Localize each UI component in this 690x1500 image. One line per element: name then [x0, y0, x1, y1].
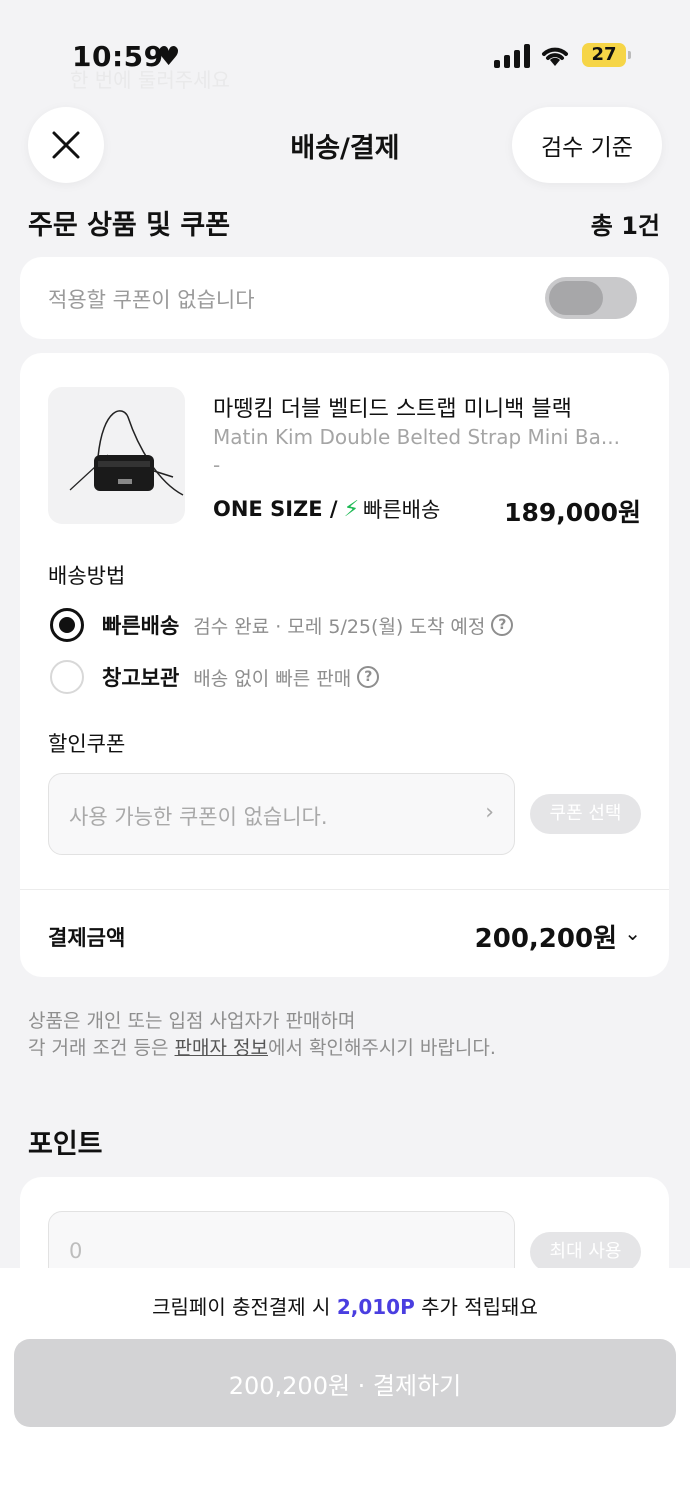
notice-line-2: 각 거래 조건 등은 판매자 정보에서 확인해주시기 바랍니다.: [28, 1035, 496, 1062]
chevron-right-icon: ›: [485, 800, 494, 825]
lightning-icon: ⚡: [343, 496, 360, 522]
coupon-select-button[interactable]: 쿠폰 선택: [530, 794, 641, 834]
order-section-title: 주문 상품 및 쿠폰: [28, 210, 231, 241]
promo-text: 크림페이 충전결제 시 2,010P 추가 적립돼요: [0, 1291, 690, 1320]
seller-info-link[interactable]: 판매자 정보: [175, 1037, 268, 1059]
promo-pre: 크림페이 충전결제 시: [152, 1295, 337, 1319]
help-icon[interactable]: ?: [491, 614, 514, 636]
pay-button[interactable]: 200,200원 · 결제하기: [14, 1339, 676, 1427]
product-sub: -: [213, 453, 221, 477]
shipping-option-storage[interactable]: 창고보관 배송 없이 빠른 판매 ?: [50, 660, 380, 694]
inspection-criteria-button[interactable]: 검수 기준: [512, 107, 662, 183]
notice-text: 에서 확인해주시기 바랍니다.: [267, 1037, 496, 1059]
option-size: ONE SIZE /: [213, 497, 338, 521]
bottom-bar: 크림페이 충전결제 시 2,010P 추가 적립돼요 200,200원 · 결제…: [0, 1268, 690, 1500]
notice-text: 각 거래 조건 등은: [28, 1037, 175, 1059]
battery-icon: 27: [582, 43, 631, 67]
order-count: 총 1건: [590, 212, 660, 240]
coupon-placeholder: 사용 가능한 쿠폰이 없습니다.: [69, 805, 328, 829]
shipping-option-desc: 배송 없이 빠른 판매: [193, 667, 352, 690]
coupon-apply-text: 적용할 쿠폰이 없습니다: [48, 288, 255, 312]
shipping-method-label: 배송방법: [48, 564, 126, 588]
product-name-en: Matin Kim Double Belted Strap Mini Ba...: [213, 425, 620, 449]
points-value: 0: [69, 1239, 83, 1263]
product-option: ONE SIZE / ⚡ 빠른배송: [213, 494, 440, 524]
seller-notice: 상품은 개인 또는 입점 사업자가 판매하며 각 거래 조건 등은 판매자 정보…: [28, 1008, 496, 1062]
payment-amount[interactable]: 200,200원: [475, 918, 617, 955]
promo-points: 2,010P: [336, 1295, 415, 1319]
max-use-button[interactable]: 최대 사용: [530, 1232, 641, 1272]
heart-icon: ♥: [157, 42, 181, 72]
cellular-signal-icon: [494, 44, 530, 68]
wifi-icon: [540, 42, 570, 68]
coupon-apply-row: 적용할 쿠폰이 없습니다: [20, 257, 669, 339]
promo-post: 추가 적립돼요: [414, 1295, 538, 1319]
discount-coupon-label: 할인쿠폰: [48, 732, 126, 756]
toggle-knob: [549, 281, 603, 315]
coupon-select-field[interactable]: 사용 가능한 쿠폰이 없습니다. ›: [48, 773, 515, 855]
status-time: 10:59: [72, 40, 164, 73]
product-card: 마뗑킴 더블 벨티드 스트랩 미니백 블랙 Matin Kim Double B…: [20, 353, 669, 977]
chevron-down-icon[interactable]: ⌄: [624, 921, 641, 945]
radio-unselected[interactable]: [50, 660, 84, 694]
status-bar: 한 번에 둘러주세요 10:59 ♥ 27: [0, 0, 690, 110]
product-price: 189,000원: [504, 498, 641, 527]
payment-amount-label: 결제금액: [48, 926, 126, 950]
fast-delivery-badge: 빠른배송: [363, 498, 441, 522]
shipping-option-label: 창고보관: [102, 666, 180, 690]
shipping-option-fast[interactable]: 빠른배송 검수 완료 · 모레 5/25(월) 도착 예정 ?: [50, 608, 514, 642]
shipping-option-desc: 검수 완료 · 모레 5/25(월) 도착 예정: [193, 615, 486, 638]
help-icon[interactable]: ?: [357, 666, 380, 688]
points-title: 포인트: [28, 1129, 103, 1160]
shipping-option-label: 빠른배송: [102, 614, 180, 638]
notice-line-1: 상품은 개인 또는 입점 사업자가 판매하며: [28, 1010, 356, 1032]
radio-selected[interactable]: [50, 608, 84, 642]
divider: [20, 889, 669, 890]
coupon-toggle[interactable]: [545, 277, 637, 319]
product-image: [48, 387, 185, 524]
product-name: 마뗑킴 더블 벨티드 스트랩 미니백 블랙: [213, 397, 572, 422]
